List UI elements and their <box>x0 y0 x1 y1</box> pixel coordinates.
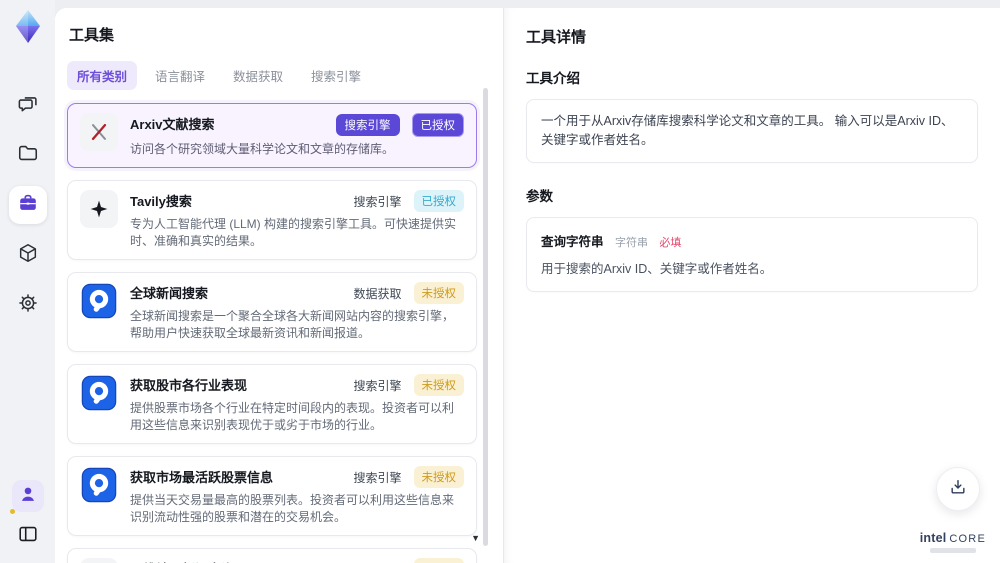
tool-card[interactable]: 全球新闻搜索 数据获取 未授权 全球新闻搜索是一个聚合全球各大新闻网站内容的搜索… <box>67 272 477 353</box>
arxiv-icon <box>80 113 118 151</box>
parameter-header: 查询字符串 字符串 必填 <box>541 231 963 251</box>
tool-badges: 搜索引擎 未授权 <box>353 374 464 397</box>
tool-badges: 搜索引擎 已授权 <box>353 190 464 213</box>
tool-body: 获取股市各行业表现 搜索引擎 未授权 提供股票市场各个行业在特定时间段内的表现。… <box>130 374 464 434</box>
chat-icon <box>17 92 39 119</box>
panel-toggle-icon <box>17 523 39 550</box>
intel-core-logo: intel core <box>920 531 986 553</box>
tool-top-row: 获取市场最活跃股票信息 搜索引擎 未授权 <box>130 466 464 489</box>
tool-top-row: Arxiv文献搜索 搜索引擎 已授权 <box>130 113 464 137</box>
parameter-description: 用于搜索的Arxiv ID、关键字或作者姓名。 <box>541 261 773 276</box>
toolbox-icon <box>17 192 39 219</box>
scroll-down-indicator[interactable]: ▼ <box>471 533 480 543</box>
tool-name: Arxiv文献搜索 <box>130 117 215 132</box>
parameter-required-badge: 必填 <box>659 236 682 249</box>
parameter-card: 查询字符串 字符串 必填 用于搜索的Arxiv ID、关键字或作者姓名。 <box>526 216 978 293</box>
tool-name: 获取市场最活跃股票信息 <box>130 470 274 486</box>
news-app-icon <box>80 282 118 320</box>
tool-name: 万维地区新闻查询 <box>130 558 234 563</box>
tool-auth-badge: 未授权 <box>413 558 464 563</box>
tool-category-badge: 搜索引擎 <box>353 470 402 485</box>
tool-desc: 提供当天交易量最高的股票列表。投资者可以利用这些信息来识别流动性强的股票和潜在的… <box>130 493 455 525</box>
tools-list: Arxiv文献搜索 搜索引擎 已授权 访问各个研究领域大量科学论文和文章的存储库… <box>67 103 477 563</box>
panel-toggle[interactable] <box>13 521 43 551</box>
rail-nav <box>8 86 47 324</box>
content-shell: 工具集 所有类别 语言翻译 数据获取 搜索引擎 Arxiv文献搜索 搜索引擎 已授权 … <box>55 8 1000 563</box>
tool-badges: 搜索引擎 已授权 <box>335 113 464 137</box>
brand-core: core <box>949 533 986 545</box>
notification-dot <box>9 509 15 514</box>
folder-icon <box>17 142 39 169</box>
detail-title: 工具详情 <box>526 29 587 46</box>
params-heading: 参数 <box>526 188 553 204</box>
tools-list-pane: 工具集 所有类别 语言翻译 数据获取 搜索引擎 Arxiv文献搜索 搜索引擎 已授权 … <box>55 8 503 563</box>
category-tabs: 所有类别 语言翻译 数据获取 搜索引擎 <box>67 61 477 90</box>
tavily-icon <box>80 190 118 229</box>
brand-underline <box>929 548 976 553</box>
tool-desc: 全球新闻搜索是一个聚合全球各大新闻网站内容的搜索引擎，帮助用户快速获取全球最新资… <box>130 309 455 341</box>
tool-desc: 访问各个研究领域大量科学论文和文章的存储库。 <box>130 142 395 156</box>
tool-body: Arxiv文献搜索 搜索引擎 已授权 访问各个研究领域大量科学论文和文章的存储库… <box>130 113 464 158</box>
tool-badges: 数据获取 未授权 <box>353 282 464 305</box>
tool-body: Tavily搜索 搜索引擎 已授权 专为人工智能代理 (LLM) 构建的搜索引擎… <box>130 190 464 250</box>
category-tab[interactable]: 所有类别 <box>67 61 138 90</box>
tool-category-badge: 数据获取 <box>353 286 402 301</box>
tool-card[interactable]: Arxiv文献搜索 搜索引擎 已授权 访问各个研究领域大量科学论文和文章的存储库… <box>67 103 477 169</box>
tool-name: Tavily搜索 <box>130 194 192 210</box>
list-scrollbar[interactable] <box>483 88 488 546</box>
brand-intel: intel <box>919 531 947 545</box>
sidebar-item-files[interactable] <box>9 136 47 174</box>
tool-body: 万维地区新闻查询 搜索引擎 未授权 查询具体行政区划内的新闻，快速了解各地新闻动 <box>130 558 464 563</box>
intro-heading: 工具介绍 <box>526 71 580 86</box>
tool-category-badge: 搜索引擎 <box>353 378 402 393</box>
tool-desc: 提供股票市场各个行业在特定时间段内的表现。投资者可以利用这些信息来识别表现优于或… <box>130 401 455 433</box>
nav-rail <box>0 0 55 563</box>
category-tab[interactable]: 搜索引擎 <box>301 61 371 90</box>
tool-card[interactable]: Tavily搜索 搜索引擎 已授权 专为人工智能代理 (LLM) 构建的搜索引擎… <box>67 180 477 261</box>
tool-category-badge: 搜索引擎 <box>353 194 402 209</box>
category-tab[interactable]: 语言翻译 <box>145 61 215 90</box>
tool-body: 获取市场最活跃股票信息 搜索引擎 未授权 提供当天交易量最高的股票列表。投资者可… <box>130 466 464 526</box>
tool-badges: 搜索引擎 未授权 <box>353 466 464 489</box>
tool-card[interactable]: 获取股市各行业表现 搜索引擎 未授权 提供股票市场各个行业在特定时间段内的表现。… <box>67 364 477 445</box>
tool-auth-badge: 未授权 <box>413 282 464 305</box>
tool-detail-pane: 工具详情 工具介绍 一个用于从Arxiv存储库搜索科学论文和文章的工具。 输入可… <box>503 8 1000 563</box>
avatar[interactable] <box>9 480 44 514</box>
tool-top-row: 获取股市各行业表现 搜索引擎 未授权 <box>130 374 464 397</box>
tool-auth-badge: 已授权 <box>413 190 464 213</box>
app-logo[interactable] <box>13 9 43 50</box>
news-app-icon <box>80 374 118 412</box>
sidebar-item-toolbox[interactable] <box>8 186 47 224</box>
tool-name: 获取股市各行业表现 <box>130 378 248 394</box>
page-title: 工具集 <box>69 27 115 44</box>
settings-icon <box>17 292 39 319</box>
rail-bottom <box>9 480 44 563</box>
tool-auth-badge: 未授权 <box>413 466 464 489</box>
tool-top-row: 万维地区新闻查询 搜索引擎 未授权 <box>130 558 464 563</box>
cube-icon <box>17 242 39 269</box>
newspaper-icon <box>80 558 118 563</box>
sidebar-item-settings[interactable] <box>9 286 47 324</box>
sidebar-item-plugins[interactable] <box>9 236 47 274</box>
tool-category-badge: 搜索引擎 <box>335 114 400 136</box>
tool-card[interactable]: 万维地区新闻查询 搜索引擎 未授权 查询具体行政区划内的新闻，快速了解各地新闻动 <box>67 548 477 563</box>
tool-top-row: Tavily搜索 搜索引擎 已授权 <box>130 190 464 213</box>
category-tab[interactable]: 数据获取 <box>223 61 293 90</box>
tool-auth-badge: 已授权 <box>411 113 464 137</box>
tool-auth-badge: 未授权 <box>413 374 464 397</box>
sidebar-item-chat[interactable] <box>9 86 47 124</box>
tool-badges: 搜索引擎 未授权 <box>353 558 464 563</box>
tool-body: 全球新闻搜索 数据获取 未授权 全球新闻搜索是一个聚合全球各大新闻网站内容的搜索… <box>130 282 464 342</box>
tool-name: 全球新闻搜索 <box>130 286 209 302</box>
parameter-name: 查询字符串 <box>541 234 604 249</box>
download-button[interactable] <box>936 467 980 511</box>
avatar-icon <box>18 484 38 509</box>
tool-card[interactable]: 获取市场最活跃股票信息 搜索引擎 未授权 提供当天交易量最高的股票列表。投资者可… <box>67 456 477 537</box>
tool-desc: 专为人工智能代理 (LLM) 构建的搜索引擎工具。可快速提供实时、准确和真实的结… <box>130 217 457 249</box>
news-app-icon <box>80 466 118 504</box>
tool-top-row: 全球新闻搜索 数据获取 未授权 <box>130 282 464 305</box>
tool-intro-text: 一个用于从Arxiv存储库搜索科学论文和文章的工具。 输入可以是Arxiv ID… <box>526 99 978 163</box>
download-icon <box>948 477 968 502</box>
parameter-type: 字符串 <box>614 236 648 249</box>
